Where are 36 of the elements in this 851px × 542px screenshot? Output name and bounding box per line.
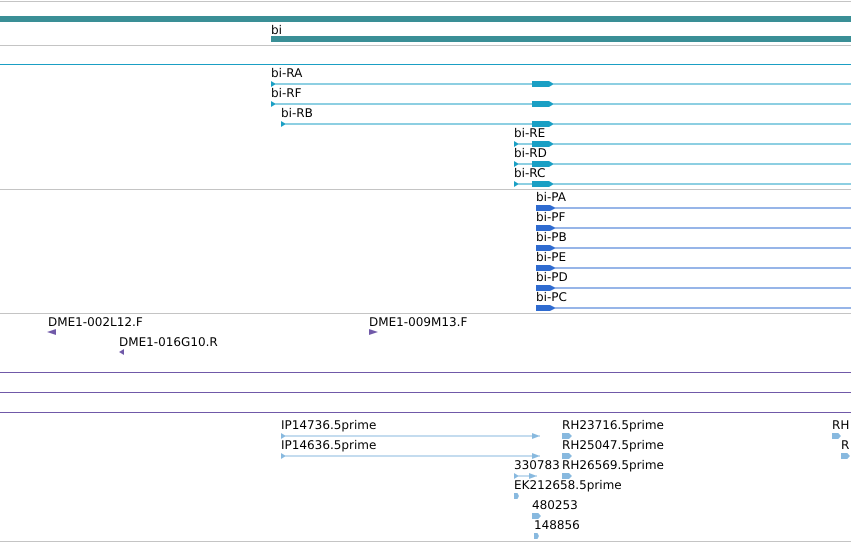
feature-label: bi-RD	[514, 147, 547, 159]
feature-label: bi-RC	[514, 167, 546, 179]
est-glyph	[562, 432, 572, 440]
feature-label: EK212658.5prime	[514, 479, 622, 491]
feature-label: RH25047.5prime	[562, 439, 664, 451]
feature-label: RH23716.5prime	[562, 419, 664, 431]
feature-label: bi-PC	[536, 291, 567, 303]
feature-label: R	[841, 439, 850, 451]
feature-label: bi-PE	[536, 251, 566, 263]
est-glyph	[562, 452, 572, 460]
feature-label: bi-RE	[514, 127, 546, 139]
feature-label: RH	[832, 419, 850, 431]
feature-label: 480253	[532, 499, 578, 511]
est-glyph	[514, 492, 519, 500]
feature-label: IP14736.5prime	[281, 419, 376, 431]
feature-label: bi-RF	[271, 87, 302, 99]
feature-label: 330783	[514, 459, 560, 471]
feature-label: DME1-016G10.R	[119, 336, 218, 348]
est-glyph	[841, 452, 850, 460]
feature-label: DME1-009M13.F	[369, 316, 468, 328]
feature-label: DME1-002L12.F	[48, 316, 143, 328]
est-glyph	[534, 532, 539, 540]
feature-label: IP14636.5prime	[281, 439, 376, 451]
feature-label: 148856	[534, 519, 580, 531]
est-glyph	[832, 432, 841, 440]
feature-label: bi-PB	[536, 231, 567, 243]
est-glyph	[514, 472, 537, 480]
feature-label: bi-PD	[536, 271, 568, 283]
feature-label: RH26569.5prime	[562, 459, 664, 471]
feature-label: bi	[271, 24, 282, 36]
feature-label: bi-PF	[536, 211, 566, 223]
est-glyph	[562, 472, 572, 480]
feature-label: bi-RB	[281, 107, 313, 119]
est-glyph	[532, 512, 541, 520]
feature-label: bi-PA	[536, 191, 566, 203]
feature-label: bi-RA	[271, 67, 302, 79]
